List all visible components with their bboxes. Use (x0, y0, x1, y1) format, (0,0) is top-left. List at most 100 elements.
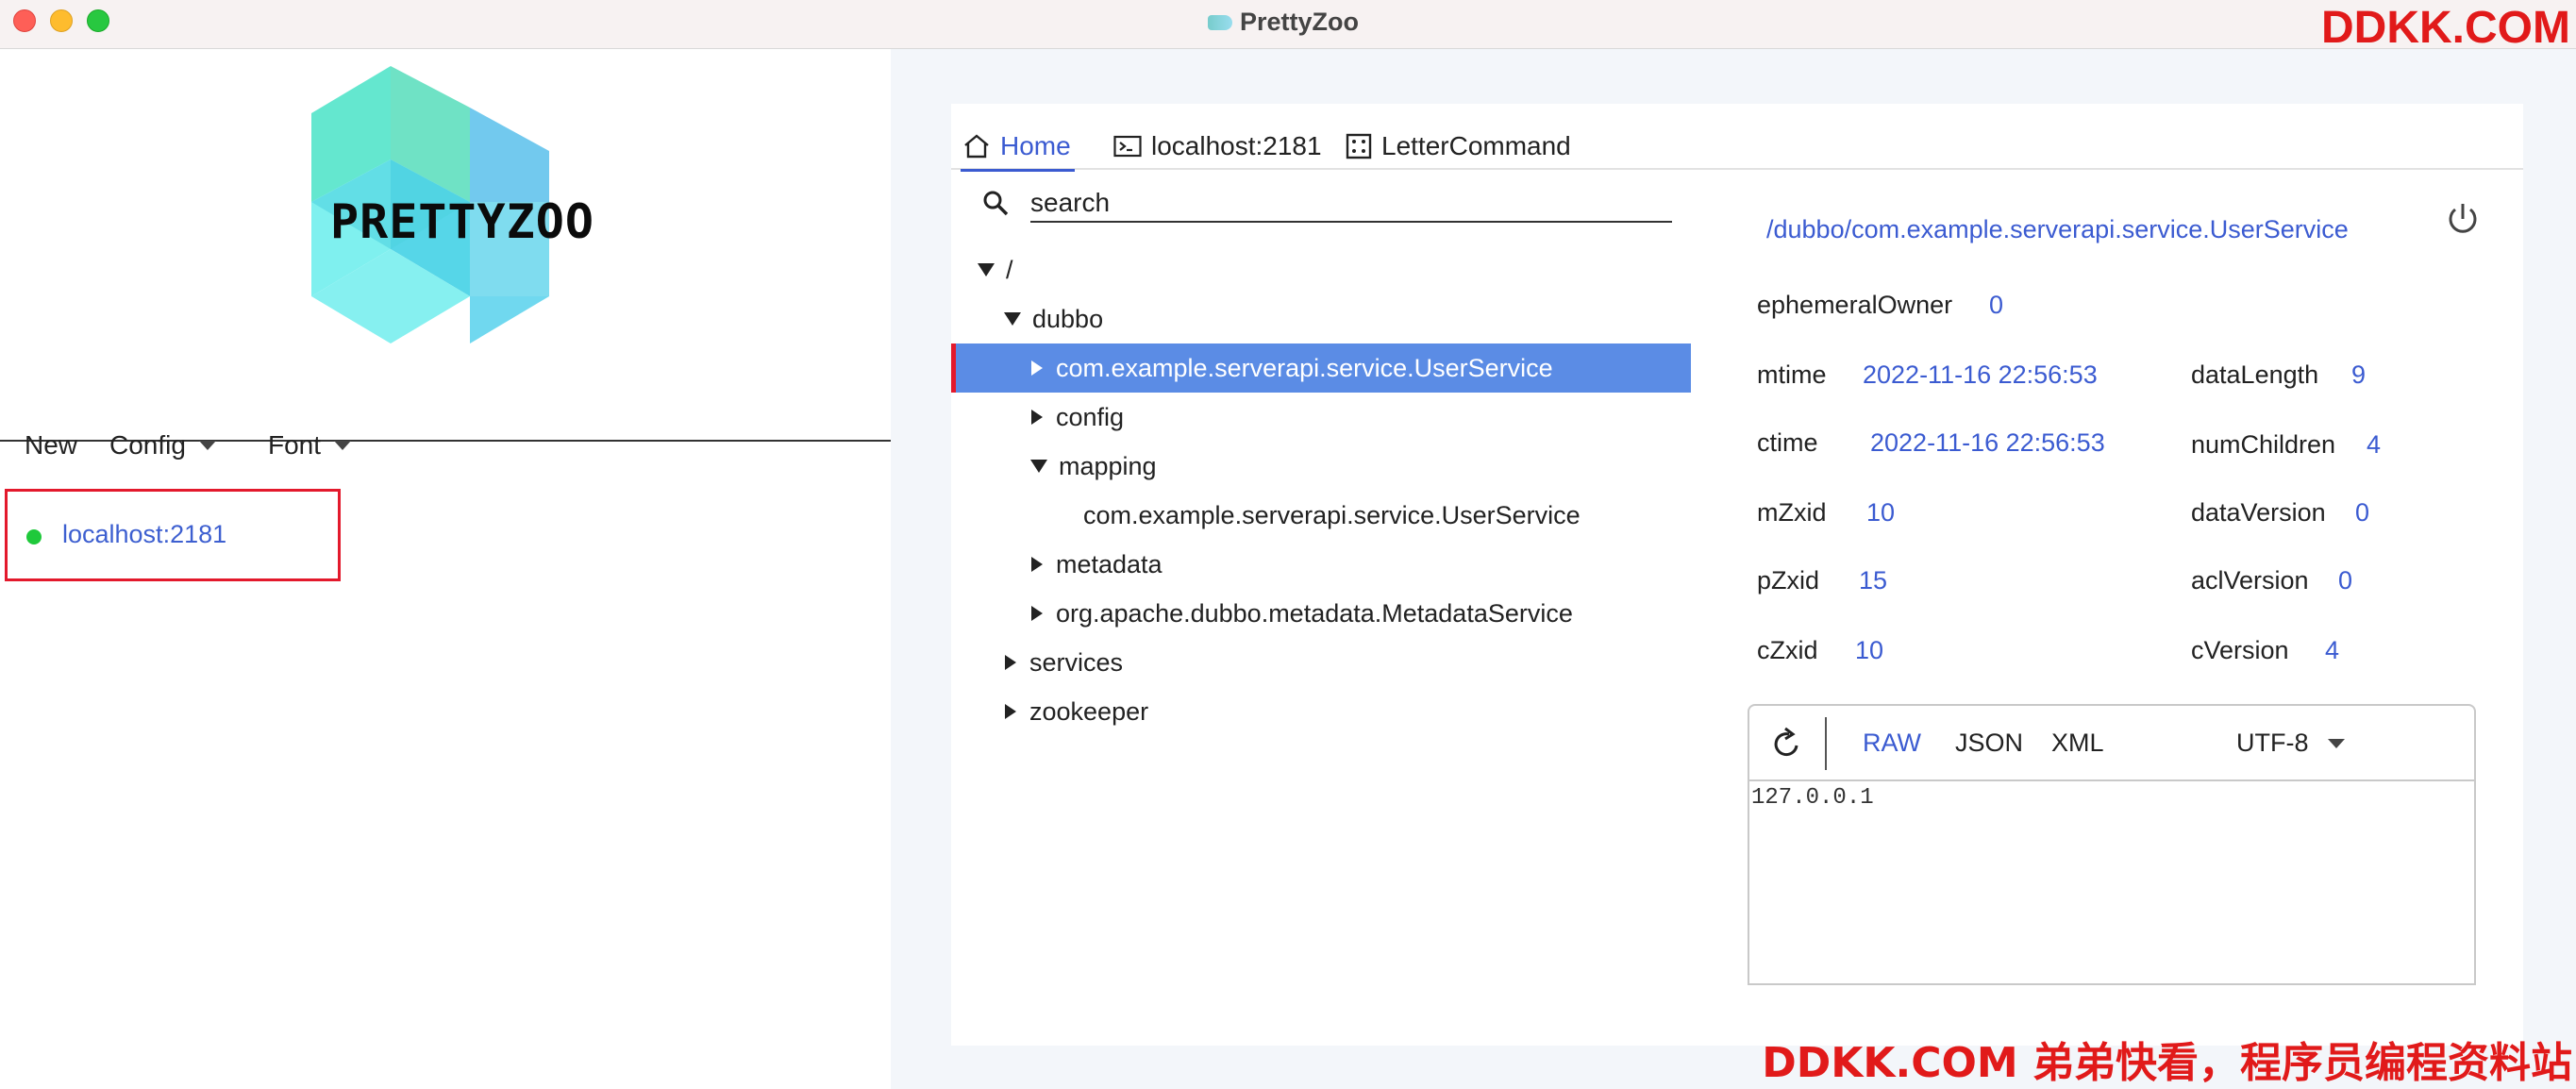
tab-localhost-terminal[interactable]: localhost:2181 (1113, 125, 1322, 168)
tree-node-label: com.example.serverapi.service.UserServic… (1083, 500, 1581, 529)
cversion-label: cVersion (2191, 636, 2289, 664)
chevron-down-icon (334, 441, 352, 450)
tree-node-zookeeper[interactable]: zookeeper (951, 687, 1691, 736)
expanded-arrow-icon (1004, 312, 1021, 326)
tree-node-dubbo[interactable]: dubbo (951, 294, 1691, 343)
tree-node-label: zookeeper (1029, 696, 1149, 726)
collapsed-arrow-icon (1005, 704, 1016, 719)
aclversion-value: 0 (2338, 566, 2353, 595)
expanded-arrow-icon (1030, 460, 1047, 473)
pzxid-value: 15 (1859, 566, 1888, 595)
ephemeral-owner-value: 0 (1989, 291, 2004, 319)
server-label: localhost:2181 (62, 520, 227, 548)
tree-node-userservice-selected[interactable]: com.example.serverapi.service.UserServic… (951, 343, 1691, 393)
window-title: PrettyZoo (1208, 8, 1359, 37)
mtime-value: 2022-11-16 22:56:53 (1863, 360, 2098, 389)
minimize-window-button[interactable] (50, 9, 73, 32)
czxid-label: cZxid (1757, 636, 1818, 664)
data-viewer-toolbar: RAW JSON XML UTF-8 (1749, 706, 2474, 781)
app-icon (1208, 14, 1232, 30)
mzxid-label: mZxid (1757, 498, 1827, 527)
collapsed-arrow-icon (1031, 606, 1043, 621)
numchildren-label: numChildren (2191, 430, 2336, 459)
tree-node-label: mapping (1059, 451, 1157, 480)
datalength-value: 9 (2351, 360, 2367, 389)
config-menu[interactable]: Config (109, 430, 216, 461)
title-bar: PrettyZoo DDKK.COM (0, 0, 2576, 53)
tree-node-label: config (1056, 402, 1125, 431)
tree-node-label: metadata (1056, 549, 1163, 578)
tab-home-label: Home (1000, 131, 1071, 160)
tab-home[interactable]: Home (961, 125, 1075, 172)
raw-format-button[interactable]: RAW (1863, 729, 1921, 758)
node-data-content[interactable]: 127.0.0.1 (1749, 785, 1874, 811)
dataversion-value: 0 (2355, 498, 2370, 527)
encoding-select[interactable]: UTF-8 (2236, 729, 2345, 758)
tab-localhost-label: localhost:2181 (1151, 131, 1322, 160)
tab-lettercommand[interactable]: LetterCommand (1346, 125, 1571, 168)
mzxid-value: 10 (1866, 498, 1896, 527)
ctime-label: ctime (1757, 428, 1818, 457)
tree-node-services[interactable]: services (951, 638, 1691, 687)
toolbar-divider (1825, 717, 1827, 770)
collapsed-arrow-icon (1031, 410, 1043, 425)
json-format-button[interactable]: JSON (1955, 729, 2023, 758)
data-viewer: RAW JSON XML UTF-8 127.0.0.1 (1748, 704, 2476, 985)
watermark-bottom: DDKK.COM 弟弟快看，程序员编程资料站 (1762, 1039, 2572, 1087)
tree-node-label: org.apache.dubbo.metadata.MetadataServic… (1056, 598, 1573, 628)
tree-node-label: dubbo (1032, 304, 1104, 333)
refresh-icon[interactable] (1768, 725, 1806, 762)
logo-text: PRETTYZOO (330, 194, 594, 249)
collapsed-arrow-icon (1031, 360, 1043, 376)
tab-bar: Home localhost:2181 LetterCommand (951, 123, 2523, 172)
close-window-button[interactable] (13, 9, 36, 32)
command-icon (1346, 133, 1372, 159)
font-label: Font (268, 430, 322, 460)
left-menu-bar: New Config Font (0, 376, 891, 460)
maximize-window-button[interactable] (87, 9, 109, 32)
pzxid-label: pZxid (1757, 566, 1820, 595)
window-title-text: PrettyZoo (1240, 8, 1360, 36)
aclversion-label: aclVersion (2191, 566, 2309, 595)
tree-node-mapping[interactable]: mapping (951, 442, 1691, 491)
ephemeral-owner-label: ephemeralOwner (1757, 291, 1953, 319)
collapsed-arrow-icon (1005, 655, 1016, 670)
xml-format-button[interactable]: XML (2051, 729, 2104, 758)
dataversion-label: dataVersion (2191, 498, 2326, 527)
terminal-icon (1113, 135, 1142, 158)
encoding-value: UTF-8 (2236, 729, 2309, 757)
tree-node-mapping-userservice[interactable]: com.example.serverapi.service.UserServic… (951, 491, 1691, 540)
tree-node-label: com.example.serverapi.service.UserServic… (1056, 353, 1553, 382)
left-panel: PRETTYZOO New Config Font localhost:2181 (0, 49, 891, 1089)
new-label: New (25, 430, 78, 460)
connected-status-icon (26, 529, 42, 544)
tree-node-metadata[interactable]: metadata (951, 540, 1691, 589)
home-icon (964, 134, 989, 159)
expanded-arrow-icon (978, 263, 995, 276)
chevron-down-icon (2327, 738, 2345, 748)
datalength-label: dataLength (2191, 360, 2319, 389)
server-item-localhost[interactable]: localhost:2181 (5, 489, 341, 581)
new-button[interactable]: New (25, 430, 77, 461)
config-label: Config (109, 430, 186, 460)
tab-lettercommand-label: LetterCommand (1381, 131, 1571, 160)
collapsed-arrow-icon (1031, 557, 1043, 572)
czxid-value: 10 (1855, 636, 1884, 664)
tree-node-root[interactable]: / (951, 245, 1691, 294)
tree-node-label: / (1006, 255, 1013, 284)
search-icon (983, 191, 1009, 216)
watermark-top: DDKK.COM (2321, 3, 2570, 53)
tree-node-config[interactable]: config (951, 393, 1691, 442)
power-icon[interactable] (2444, 200, 2482, 238)
cversion-value: 4 (2325, 636, 2340, 664)
search-input[interactable] (1030, 185, 1672, 223)
mtime-label: mtime (1757, 360, 1827, 389)
tree-node-metadataservice[interactable]: org.apache.dubbo.metadata.MetadataServic… (951, 589, 1691, 638)
font-menu[interactable]: Font (268, 430, 352, 461)
numchildren-value: 4 (2367, 430, 2382, 459)
ctime-value: 2022-11-16 22:56:53 (1870, 428, 2105, 457)
tree-node-label: services (1029, 647, 1124, 677)
content-card: Home localhost:2181 LetterCommand / dubb… (951, 104, 2523, 1046)
node-path: /dubbo/com.example.serverapi.service.Use… (1766, 215, 2349, 243)
chevron-down-icon (198, 441, 216, 450)
